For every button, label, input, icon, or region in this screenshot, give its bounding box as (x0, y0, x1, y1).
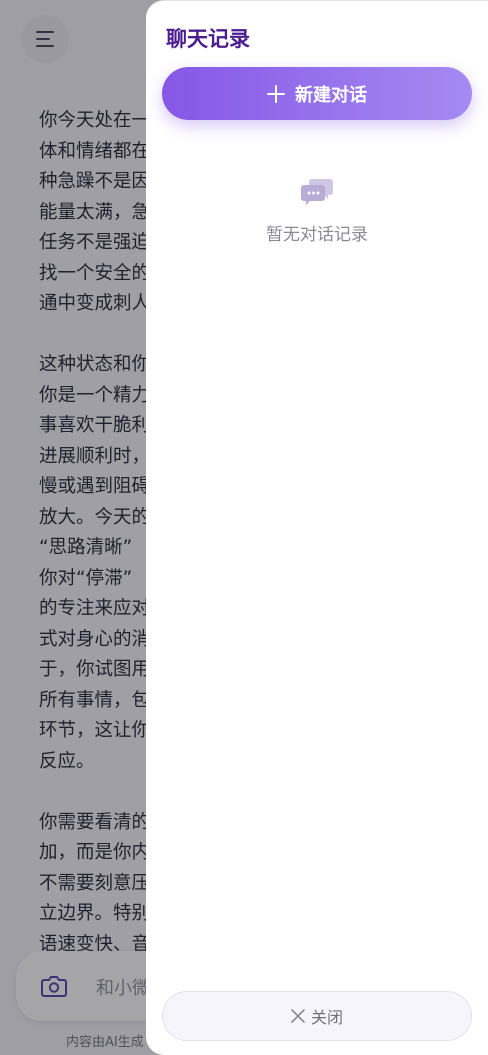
new-chat-label: 新建对话 (295, 84, 367, 106)
close-drawer-button[interactable]: 关闭 (162, 991, 472, 1041)
chat-bubbles-icon (301, 179, 333, 205)
empty-state-text: 暂无对话记录 (266, 225, 368, 245)
close-label: 关闭 (310, 1008, 343, 1027)
chat-history-drawer: 聊天记录 新建对话 暂无对话记录 关闭 (146, 0, 488, 1055)
plus-icon (267, 84, 285, 103)
close-icon (291, 1009, 305, 1023)
drawer-title: 聊天记录 (166, 27, 250, 51)
new-chat-button[interactable]: 新建对话 (162, 67, 472, 120)
